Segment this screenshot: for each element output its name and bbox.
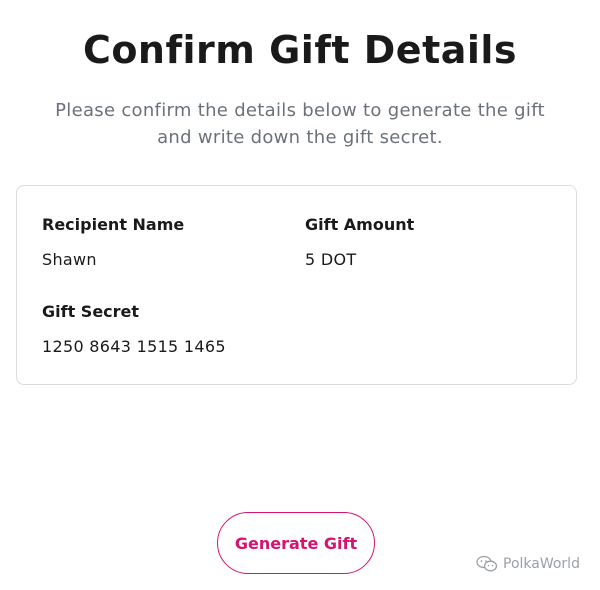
subtitle-line-1: Please confirm the details below to gene… — [55, 100, 545, 121]
recipient-name-label: Recipient Name — [42, 215, 185, 234]
page-title: Confirm Gift Details — [82, 28, 518, 72]
watermark-text: PolkaWorld — [503, 556, 580, 572]
watermark: PolkaWorld — [476, 555, 580, 573]
gift-secret-value: 1250 8643 1515 1465 — [42, 337, 226, 356]
gift-amount-label: Gift Amount — [305, 215, 415, 234]
page-subtitle: Please confirm the details below to gene… — [30, 97, 570, 151]
gift-amount-value: 5 DOT — [305, 250, 357, 269]
recipient-name-value: Shawn — [42, 250, 97, 269]
generate-gift-button[interactable]: Generate Gift — [217, 512, 375, 574]
subtitle-line-2: and write down the gift secret. — [157, 127, 443, 148]
chat-bubble-icon — [476, 555, 498, 573]
gift-secret-label: Gift Secret — [42, 302, 140, 321]
gift-details-card: Recipient Name Shawn Gift Amount 5 DOT G… — [16, 185, 577, 385]
